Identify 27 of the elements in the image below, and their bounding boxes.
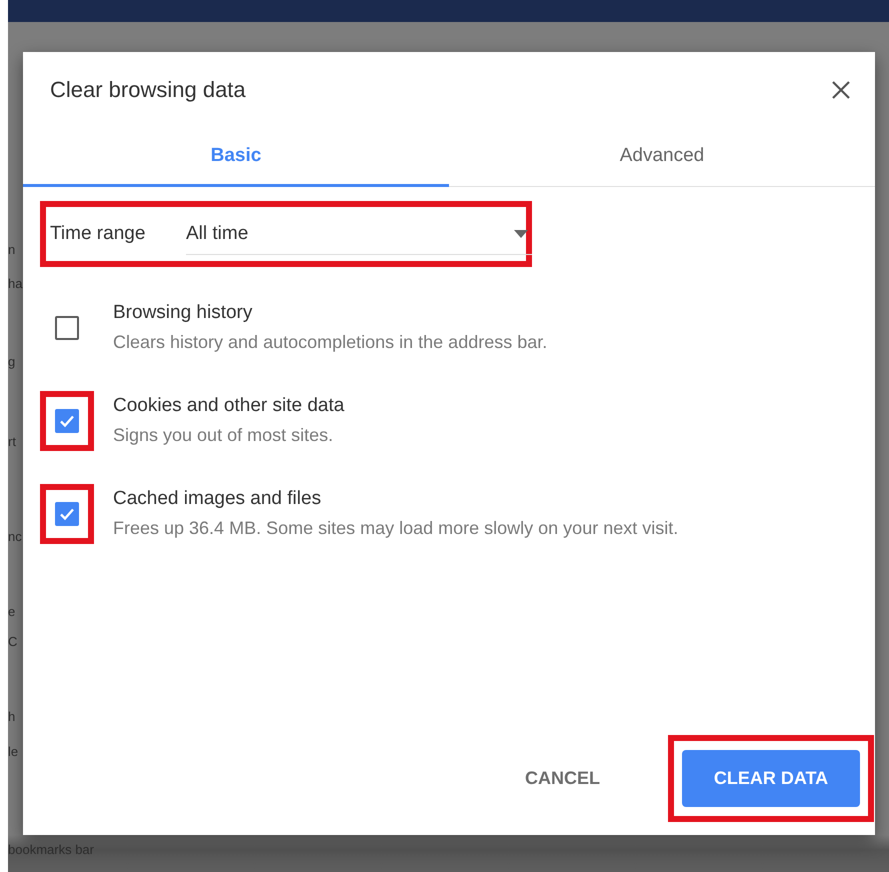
checkbox[interactable] bbox=[55, 408, 79, 432]
caret-icon bbox=[514, 230, 528, 238]
clear-data-button[interactable]: CLEAR DATA bbox=[682, 750, 860, 807]
option-title: Cookies and other site data bbox=[113, 395, 344, 417]
background-text: n bbox=[8, 242, 16, 257]
cancel-button[interactable]: CANCEL bbox=[501, 750, 624, 807]
option-title: Browsing history bbox=[113, 302, 254, 324]
background-text: le bbox=[8, 744, 18, 759]
checkbox[interactable] bbox=[55, 502, 79, 526]
background-text: rt bbox=[8, 434, 16, 449]
option-description: Clears history and autocompletions in the address bar. bbox=[113, 332, 548, 353]
background-text: C bbox=[8, 634, 18, 649]
background-text: e bbox=[8, 604, 16, 619]
close-icon[interactable] bbox=[831, 80, 851, 100]
dialog-title: Clear browsing data bbox=[50, 77, 246, 103]
tab[interactable]: Basic bbox=[23, 128, 449, 187]
time-range-select[interactable]: All time bbox=[186, 214, 532, 254]
option-description: Signs you out of most sites. bbox=[113, 425, 334, 446]
option-title: Cached images and files bbox=[113, 488, 322, 510]
background-text: g bbox=[8, 354, 16, 369]
tab[interactable]: Advanced bbox=[449, 128, 875, 187]
field-label: Time range bbox=[50, 223, 146, 245]
background-text: h bbox=[8, 709, 16, 724]
checkbox[interactable] bbox=[55, 316, 79, 340]
background-text: ha bbox=[8, 276, 22, 291]
option-description: Frees up 36.4 MB. Some sites may load more slowly on your next visit. bbox=[113, 518, 678, 539]
background-text: nc bbox=[8, 529, 22, 544]
